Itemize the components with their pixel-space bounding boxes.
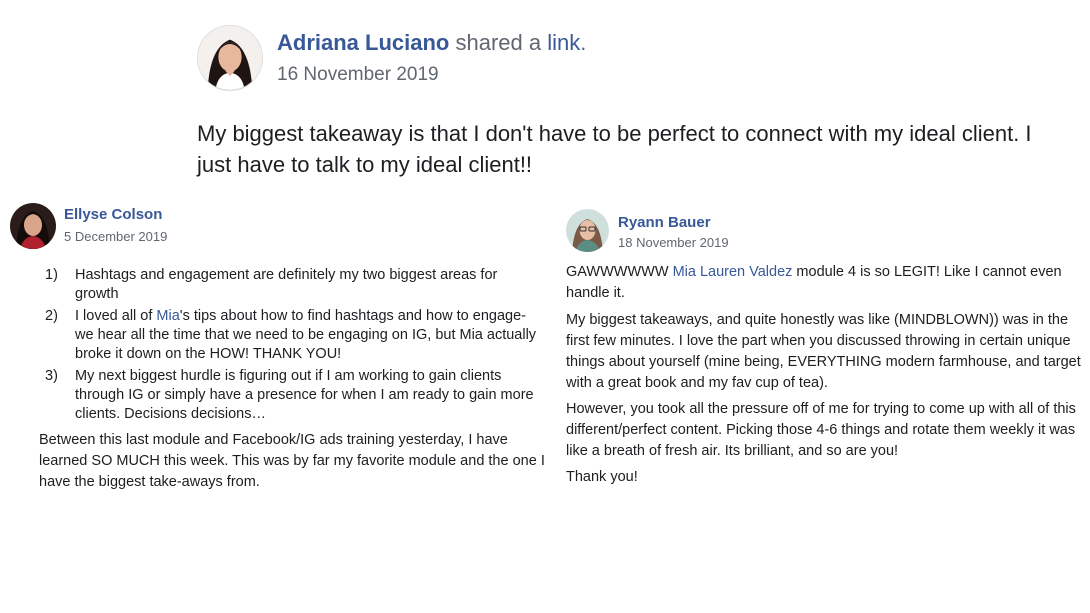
avatar-ryann[interactable] [566,209,609,252]
shared-link[interactable]: link [547,30,580,55]
post-action: shared a link. [455,30,587,55]
post-body: Between this last module and Facebook/IG… [39,432,545,490]
post-ellyse: Ellyse Colson 5 December 2019 1) Hashtag… [0,195,560,505]
post-date[interactable]: 18 November 2019 [618,235,729,250]
post-paragraph: Thank you! [566,469,638,485]
post-ryann: Ryann Bauer 18 November 2019 GAWWWWWW Mi… [560,200,1090,500]
post-date[interactable]: 5 December 2019 [64,229,167,244]
list-item: 2) I loved all of Mia's tips about how t… [45,308,537,362]
takeaways-list: 1) Hashtags and engagement are definitel… [45,266,540,427]
post-paragraph: GAWWWWWW Mia Lauren Valdez module 4 is s… [566,264,1062,301]
author-name[interactable]: Ellyse Colson [64,206,162,223]
post-header: Adriana Luciano shared a link. [277,30,586,56]
list-item: 1) Hashtags and engagement are definitel… [45,267,498,302]
author-name[interactable]: Adriana Luciano [277,30,449,55]
avatar-ellyse[interactable] [10,203,56,249]
list-item: 3) My next biggest hurdle is figuring ou… [45,368,534,422]
avatar-adriana[interactable] [197,25,263,91]
post-paragraph: However, you took all the pressure off o… [566,401,1076,459]
post-adriana: Adriana Luciano shared a link. 16 Novemb… [0,0,1090,190]
mention-mia-lauren-valdez[interactable]: Mia Lauren Valdez [673,264,793,280]
post-body: My biggest takeaway is that I don't have… [197,121,1032,177]
mention-mia[interactable]: Mia [156,308,179,324]
post-date[interactable]: 16 November 2019 [277,64,439,86]
post-paragraph: My biggest takeaways, and quite honestly… [566,312,1081,391]
author-name[interactable]: Ryann Bauer [618,214,711,231]
